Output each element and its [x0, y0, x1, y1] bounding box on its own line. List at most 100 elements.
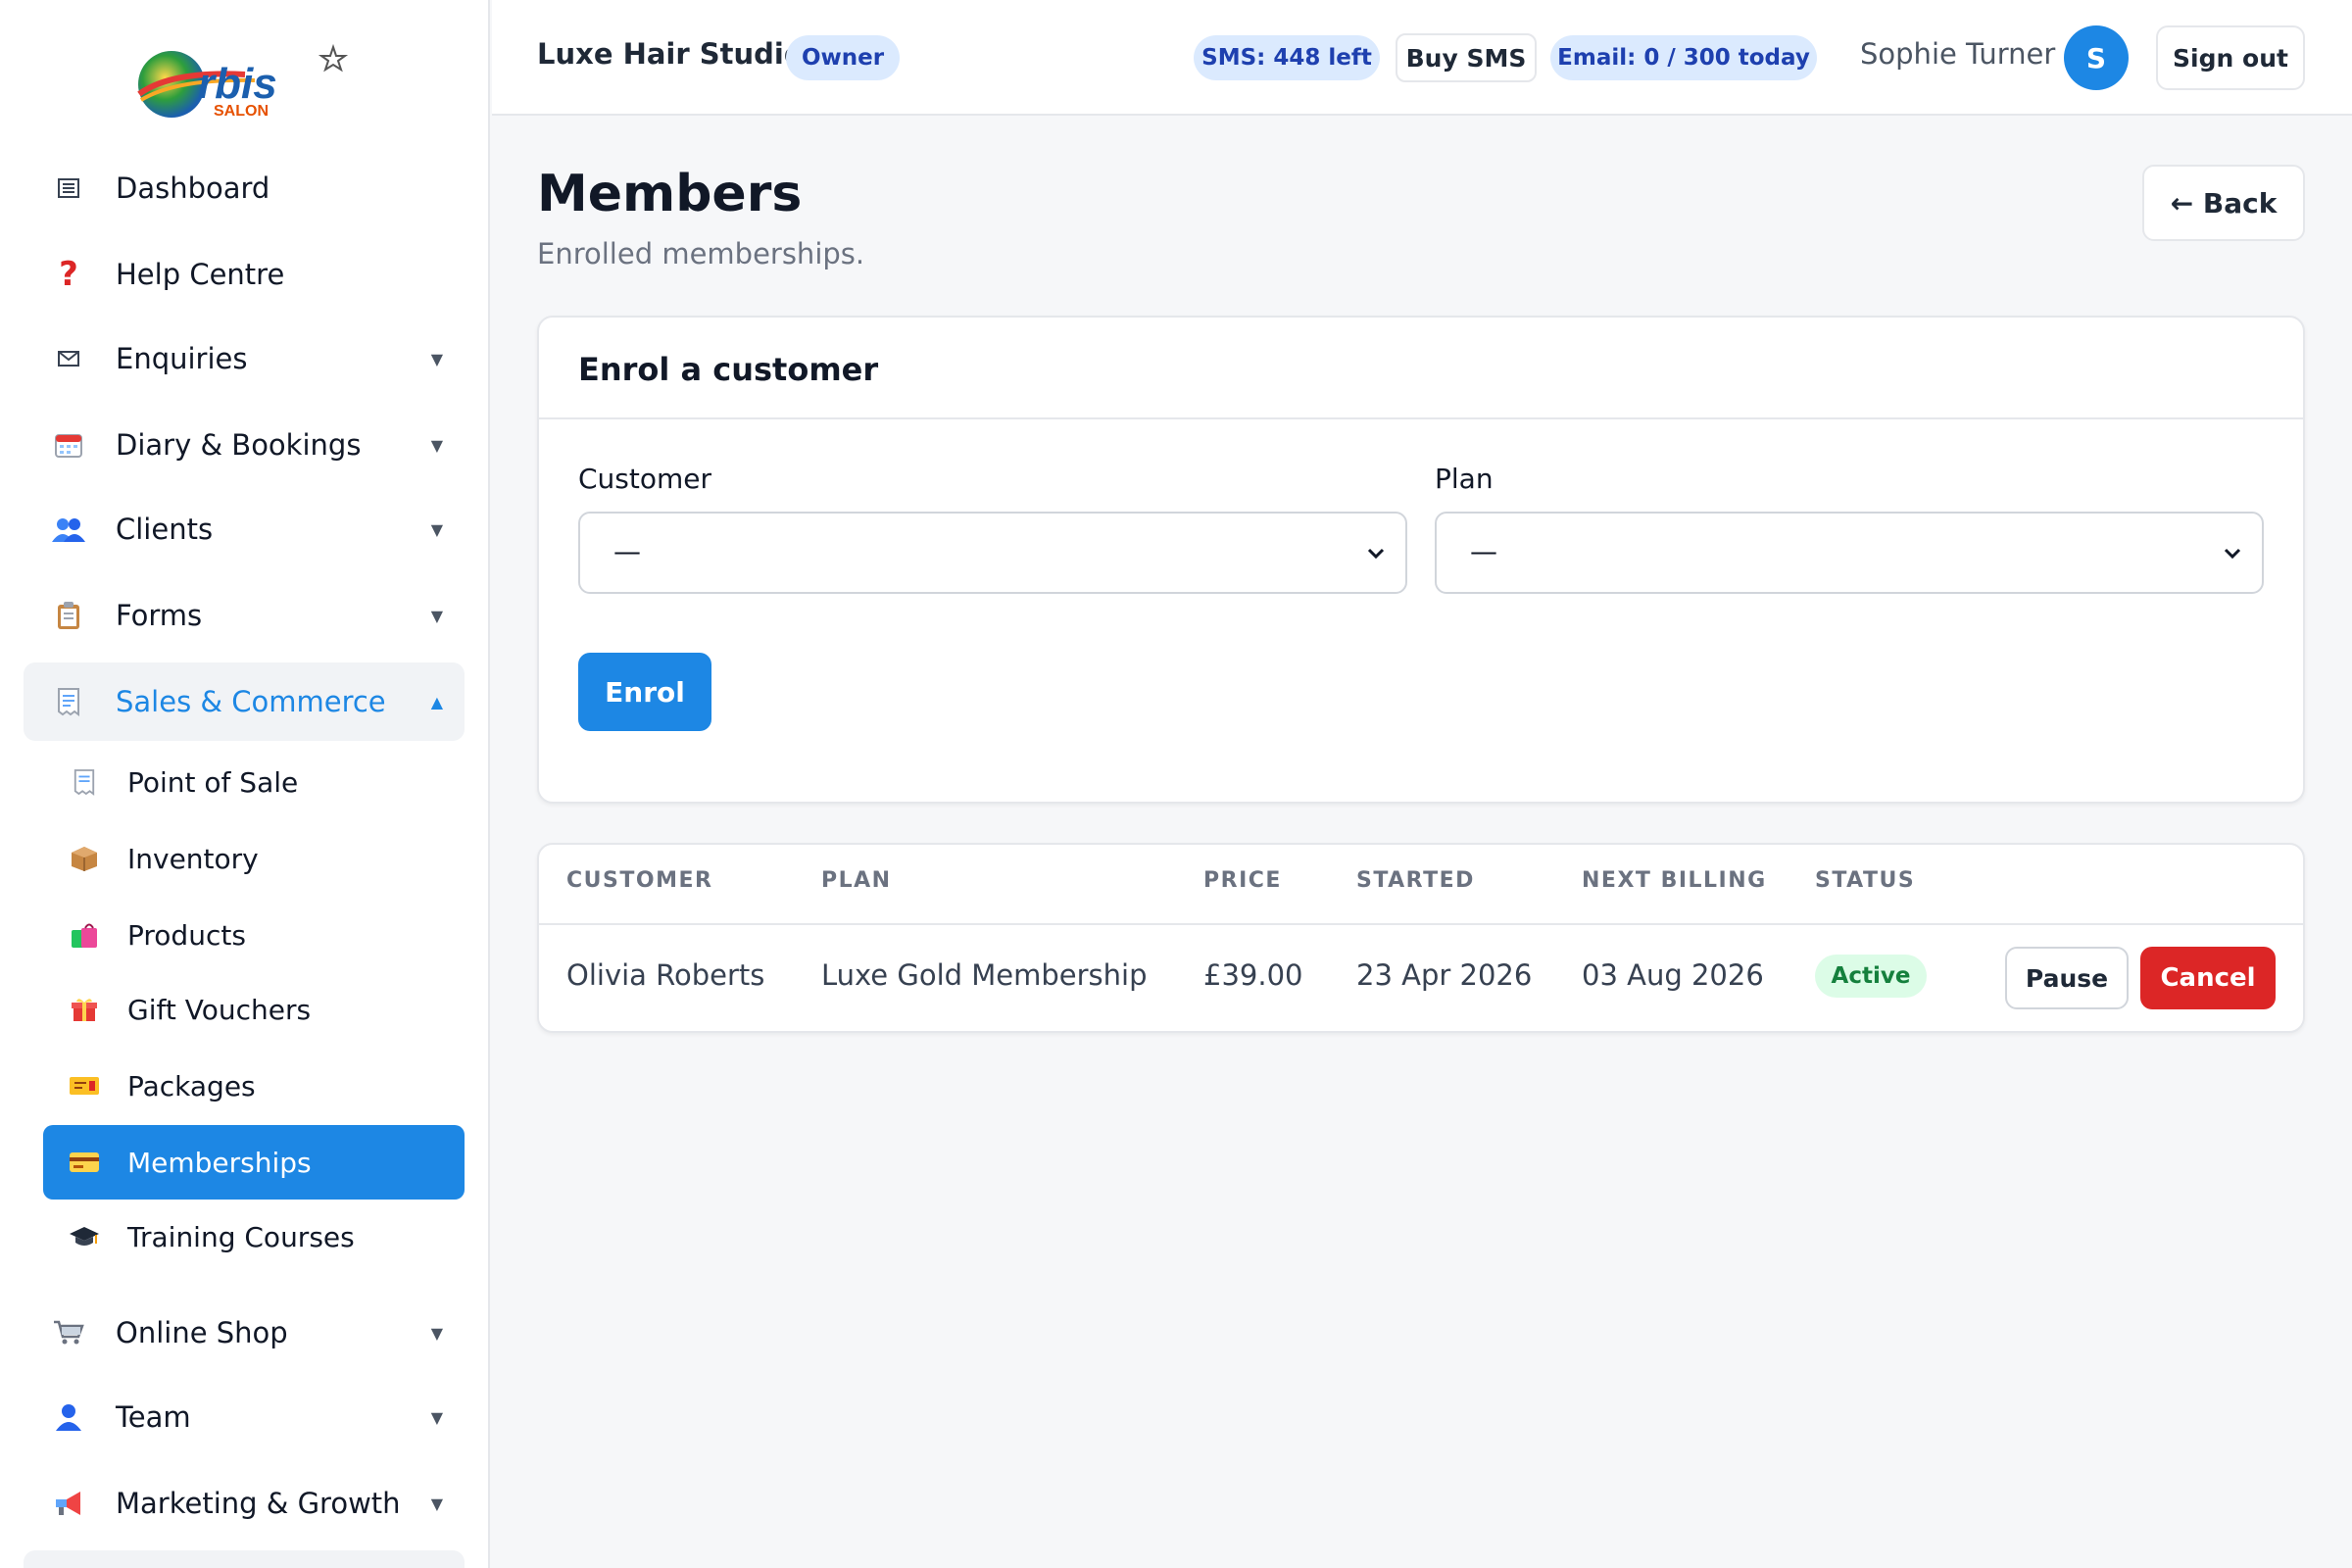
sidebar-item-team[interactable]: Team ▼ [24, 1378, 465, 1456]
box-icon [67, 845, 102, 872]
sidebar-item-label: Clients [116, 513, 214, 546]
sidebar-subitem-point-of-sale[interactable]: Point of Sale [43, 745, 465, 819]
column-header-plan: PLAN [821, 868, 892, 893]
sidebar-item-label: Dashboard [116, 172, 270, 205]
sidebar-item-label: Online Shop [116, 1316, 288, 1349]
person-icon [49, 1403, 88, 1431]
shopping-bags-icon [67, 920, 102, 950]
sidebar-item-dashboard[interactable]: Dashboard [24, 149, 465, 227]
table-header-divider [539, 923, 2303, 925]
column-header-started: STARTED [1356, 868, 1475, 893]
sidebar-subitem-label: Point of Sale [127, 765, 299, 799]
enrol-card-title: Enrol a customer [578, 351, 879, 388]
svg-text:rbis: rbis [198, 60, 277, 108]
chevron-down-icon: ▼ [430, 519, 443, 539]
sidebar-footer-panel [24, 1550, 465, 1568]
chevron-down-icon: ▼ [430, 1323, 443, 1343]
cell-started: 23 Apr 2026 [1356, 958, 1533, 992]
chevron-down-icon: ▼ [430, 1407, 443, 1427]
sidebar-item-forms[interactable]: Forms ▼ [24, 576, 465, 655]
sidebar-item-enquiries[interactable]: Enquiries ▼ [24, 319, 465, 398]
pause-button[interactable]: Pause [2005, 947, 2129, 1009]
sidebar-item-label: Sales & Commerce [116, 685, 386, 718]
sidebar-subitem-products[interactable]: Products [43, 898, 465, 972]
calendar-icon [49, 431, 88, 459]
column-header-customer: CUSTOMER [566, 868, 713, 893]
sidebar-item-online-shop[interactable]: Online Shop ▼ [24, 1294, 465, 1372]
email-quota-badge: Email: 0 / 300 today [1550, 35, 1817, 80]
sidebar-subitem-label: Products [127, 918, 246, 952]
graduation-cap-icon [67, 1224, 102, 1250]
sidebar-item-label: Forms [116, 599, 203, 632]
column-header-price: PRICE [1203, 868, 1282, 893]
top-bar: Luxe Hair Studio Owner SMS: 448 left Buy… [492, 0, 2352, 116]
sidebar: rbis SALON Dashboard ? Help Centre Enqui… [0, 0, 490, 1568]
chevron-down-icon [1367, 548, 1385, 560]
ticket-icon [67, 1075, 102, 1097]
cancel-button[interactable]: Cancel [2140, 947, 2276, 1009]
sidebar-item-clients[interactable]: Clients ▼ [24, 490, 465, 568]
dashboard-icon [49, 176, 88, 200]
megaphone-icon [49, 1490, 88, 1517]
sidebar-item-sales-commerce[interactable]: Sales & Commerce ▲ [24, 662, 465, 741]
plan-select[interactable]: — [1435, 512, 2264, 594]
sidebar-item-label: Enquiries [116, 342, 248, 375]
chevron-down-icon: ▼ [430, 349, 443, 368]
sidebar-item-marketing-growth[interactable]: Marketing & Growth ▼ [24, 1464, 465, 1543]
cell-customer: Olivia Roberts [566, 958, 765, 992]
back-button[interactable]: ← Back [2142, 165, 2305, 241]
sidebar-subitem-label: Packages [127, 1069, 256, 1102]
receipt-icon [49, 687, 88, 716]
enrol-button[interactable]: Enrol [578, 653, 711, 731]
plan-select-value: — [1470, 535, 1497, 567]
sidebar-item-label: Help Centre [116, 258, 285, 291]
chevron-down-icon: ▼ [430, 1494, 443, 1513]
people-icon [49, 516, 88, 542]
sidebar-subitem-memberships[interactable]: Memberships [43, 1125, 465, 1200]
sidebar-subitem-label: Inventory [127, 842, 259, 875]
customer-select[interactable]: — [578, 512, 1407, 594]
sidebar-item-label: Diary & Bookings [116, 428, 362, 462]
status-badge: Active [1815, 955, 1927, 998]
plan-label: Plan [1435, 463, 1494, 495]
sidebar-subitem-gift-vouchers[interactable]: Gift Vouchers [43, 972, 465, 1047]
column-header-next-billing: NEXT BILLING [1582, 868, 1767, 893]
column-header-status: STATUS [1815, 868, 1916, 893]
gift-icon [67, 996, 102, 1023]
cell-plan: Luxe Gold Membership [821, 958, 1148, 992]
chevron-down-icon: ▼ [430, 435, 443, 455]
cart-icon [49, 1319, 88, 1347]
sidebar-item-label: Team [116, 1400, 191, 1434]
clipboard-icon [49, 601, 88, 630]
customer-label: Customer [578, 463, 712, 495]
page-subtitle: Enrolled memberships. [537, 237, 865, 270]
sidebar-item-diary-bookings[interactable]: Diary & Bookings ▼ [24, 406, 465, 484]
sidebar-subitem-packages[interactable]: Packages [43, 1049, 465, 1123]
sidebar-subitem-training-courses[interactable]: Training Courses [43, 1200, 465, 1274]
sign-out-button[interactable]: Sign out [2156, 25, 2305, 90]
user-name: Sophie Turner [1860, 37, 2056, 71]
studio-name: Luxe Hair Studio [537, 37, 804, 71]
buy-sms-button[interactable]: Buy SMS [1396, 33, 1537, 82]
sidebar-subitem-label: Gift Vouchers [127, 993, 312, 1026]
sidebar-subitem-label: Training Courses [127, 1220, 355, 1253]
sidebar-subitem-inventory[interactable]: Inventory [43, 821, 465, 896]
credit-card-icon [67, 1151, 102, 1174]
svg-text:SALON: SALON [214, 103, 269, 120]
cell-price: £39.00 [1203, 958, 1303, 992]
page-title: Members [537, 165, 803, 223]
avatar[interactable]: S [2064, 25, 2129, 90]
chevron-down-icon: ▼ [430, 606, 443, 625]
sidebar-item-help-centre[interactable]: ? Help Centre [24, 235, 465, 314]
role-badge: Owner [786, 35, 900, 80]
receipt-icon [67, 768, 102, 796]
orbis-salon-logo[interactable]: rbis SALON [127, 37, 353, 125]
sidebar-item-label: Marketing & Growth [116, 1487, 401, 1520]
question-icon: ? [59, 255, 78, 294]
customer-select-value: — [613, 535, 641, 567]
sms-credit-badge: SMS: 448 left [1194, 35, 1380, 80]
enrol-card-header: Enrol a customer [539, 318, 2303, 419]
envelope-icon [49, 349, 88, 368]
enrol-card: Enrol a customer Customer — Plan — Enrol [537, 316, 2305, 804]
chevron-down-icon [2224, 548, 2241, 560]
